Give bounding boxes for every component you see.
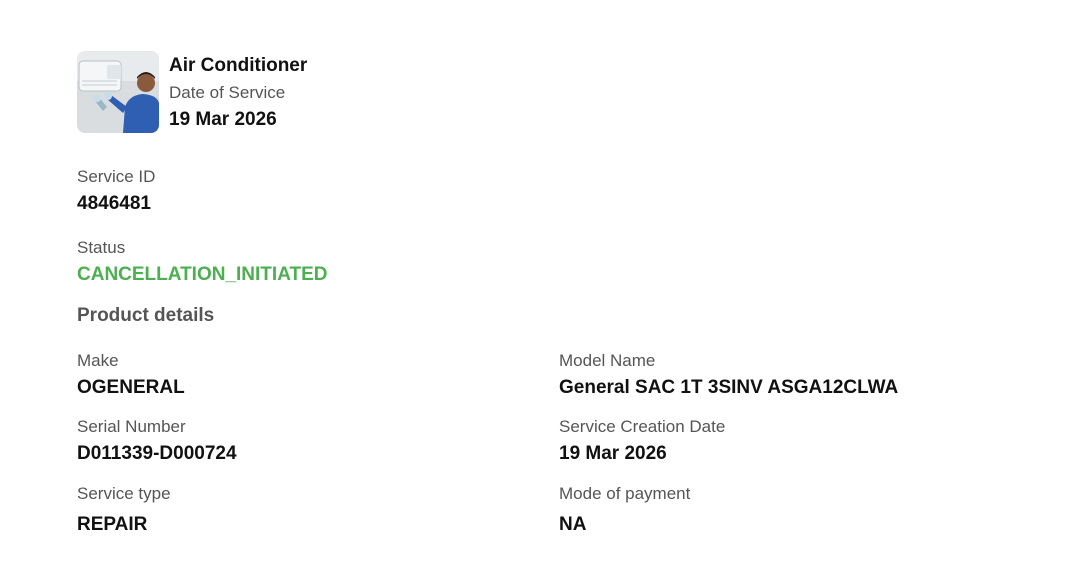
service-type-value: REPAIR [77,514,148,535]
service-details-page: Air Conditioner Date of Service 19 Mar 2… [0,0,1080,569]
service-header-text: Air Conditioner Date of Service 19 Mar 2… [169,51,307,131]
model-name-value: General SAC 1T 3SINV ASGA12CLWA [559,377,899,398]
status-value: CANCELLATION_INITIATED [77,264,328,285]
date-of-service-value: 19 Mar 2026 [169,109,277,130]
mode-of-payment-label: Mode of payment [559,484,691,503]
status-field: Status CANCELLATION_INITIATED [77,238,328,286]
product-details-heading: Product details [77,305,215,326]
technician-servicing-ac-image [77,51,159,133]
service-creation-date-value: 19 Mar 2026 [559,443,667,464]
make-value: OGENERAL [77,377,185,398]
service-header: Air Conditioner Date of Service 19 Mar 2… [77,51,307,133]
mode-of-payment-value: NA [559,514,587,535]
make-field: Make OGENERAL [77,351,185,399]
service-id-label: Service ID [77,167,156,186]
service-id-value: 4846481 [77,193,151,214]
serial-number-field: Serial Number D011339-D000724 [77,417,237,465]
service-type-field: Service type REPAIR [77,484,171,536]
serial-number-label: Serial Number [77,417,186,436]
model-name-label: Model Name [559,351,656,370]
service-creation-date-label: Service Creation Date [559,417,726,436]
product-name: Air Conditioner [169,55,308,76]
service-id-field: Service ID 4846481 [77,167,155,215]
date-of-service-label: Date of Service [169,83,286,102]
model-name-field: Model Name General SAC 1T 3SINV ASGA12CL… [559,351,898,399]
mode-of-payment-field: Mode of payment NA [559,484,690,536]
status-label: Status [77,238,126,257]
serial-number-value: D011339-D000724 [77,443,237,464]
service-type-label: Service type [77,484,171,503]
make-label: Make [77,351,119,370]
service-creation-date-field: Service Creation Date 19 Mar 2026 [559,417,725,465]
